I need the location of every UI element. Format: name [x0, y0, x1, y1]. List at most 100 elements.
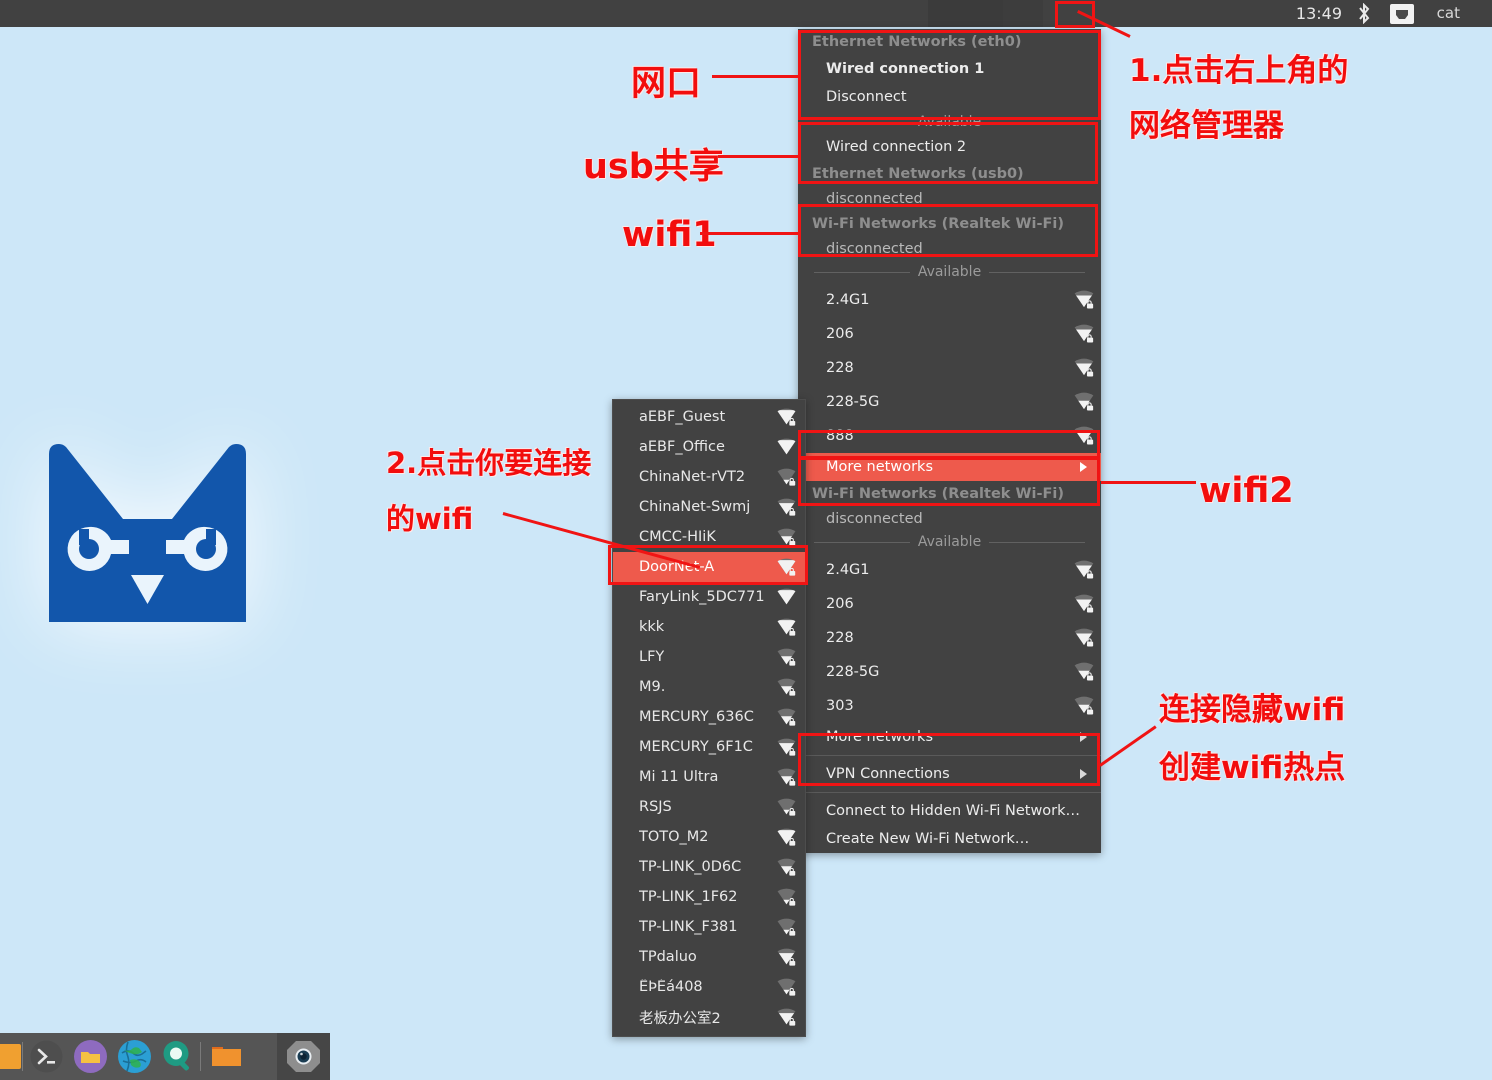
wifi-network-item-s2-0[interactable]: 2.4G1 [798, 553, 1101, 587]
wifi-signal-icon [776, 977, 797, 998]
wifi-signal-icon [776, 947, 797, 968]
wifi-ssid-label: 206 [826, 596, 854, 612]
submenu-wifi-item-17[interactable]: TP-LINK_F381 [613, 912, 805, 942]
menu-item-more-networks-2[interactable]: More networks [798, 723, 1101, 751]
section-header-wifi2: Wi-Fi Networks (Realtek Wi-Fi) [812, 486, 1064, 502]
separator-available-eth0: Available [798, 111, 1101, 133]
anno-leader-wifi1 [700, 232, 798, 235]
wifi-network-item-s2-2[interactable]: 228 [798, 621, 1101, 655]
network-wired-icon[interactable] [1388, 3, 1416, 25]
separator-available-wifi1: Available [798, 261, 1101, 283]
status-wifi2: disconnected [826, 511, 923, 527]
menu-item-create-new-wifi[interactable]: Create New Wi-Fi Network… [798, 825, 1101, 853]
submenu-wifi-item-12[interactable]: Mi 11 Ultra [613, 762, 805, 792]
wifi-network-item-s1-3[interactable]: 228-5G [798, 385, 1101, 419]
wifi-network-list-2[interactable]: 2.4G1 206 228 228-5G 303 [798, 553, 1101, 723]
network-manager-menu[interactable]: Ethernet Networks (eth0) Wired connectio… [798, 29, 1101, 853]
wifi-signal-icon [776, 677, 797, 698]
terminal-icon[interactable] [30, 1040, 63, 1073]
wifi-signal-icon [1073, 425, 1095, 447]
submenu-wifi-item-20[interactable]: 老板办公室2 [613, 1002, 805, 1032]
submenu-wifi-item-9[interactable]: M9. [613, 672, 805, 702]
wifi-signal-icon [1073, 593, 1095, 615]
wifi-signal-icon [1073, 289, 1095, 311]
available-label: Available [917, 264, 982, 280]
submenu-wifi-item-6[interactable]: FaryLink_5DC771 [613, 582, 805, 612]
wifi-network-item-s1-0[interactable]: 2.4G1 [798, 283, 1101, 317]
wifi-network-item-s1-1[interactable]: 206 [798, 317, 1101, 351]
wifi-signal-icon [1073, 559, 1095, 581]
divider [798, 755, 1101, 756]
submenu-wifi-item-18[interactable]: TPdaluo [613, 942, 805, 972]
wifi-ssid-label: TP-LINK_F381 [639, 919, 738, 935]
anno-label-usb-share: usb共享 [583, 147, 724, 187]
taskbar-divider [22, 1042, 23, 1071]
status-wifi1: disconnected [826, 241, 923, 257]
submenu-wifi-item-15[interactable]: TP-LINK_0D6C [613, 852, 805, 882]
submenu-wifi-item-4[interactable]: CMCC-HIiK [613, 522, 805, 552]
web-browser-globe-icon[interactable] [118, 1040, 151, 1073]
wifi-ssid-label: ChinaNet-Swmj [639, 499, 751, 515]
wifi-ssid-label: TP-LINK_1F62 [639, 889, 738, 905]
wifi-signal-icon [776, 467, 797, 488]
wifi-signal-icon [776, 497, 797, 518]
submenu-wifi-item-11[interactable]: MERCURY_6F1C [613, 732, 805, 762]
wifi-ssid-label: 2.4G1 [826, 292, 870, 308]
wifi-ssid-label: aEBF_Guest [639, 409, 726, 425]
submenu-wifi-item-19[interactable]: ËÞÉá408 [613, 972, 805, 1002]
bluetooth-icon[interactable] [1354, 3, 1374, 24]
submenu-wifi-item-7[interactable]: kkk [613, 612, 805, 642]
submenu-wifi-item-3[interactable]: ChinaNet-Swmj [613, 492, 805, 522]
menu-item-vpn-connections[interactable]: VPN Connections [798, 760, 1101, 788]
menu-item-wired-connection-1[interactable]: Wired connection 1 [798, 55, 1101, 83]
vpn-label: VPN Connections [826, 766, 950, 782]
submenu-wifi-item-1[interactable]: aEBF_Office [613, 432, 805, 462]
wifi-signal-icon [776, 587, 797, 608]
wifi-network-item-s1-2[interactable]: 228 [798, 351, 1101, 385]
anno-label-hidden-wifi: 连接隐藏wifi [1159, 692, 1346, 728]
wifi-ssid-label: 228 [826, 630, 854, 646]
wifi-ssid-label: 206 [826, 326, 854, 342]
wifi-network-item-s2-1[interactable]: 206 [798, 587, 1101, 621]
anno-leader-wifi2 [1101, 481, 1196, 484]
submenu-wifi-item-13[interactable]: RSJS [613, 792, 805, 822]
wifi-ssid-label: 303 [826, 698, 854, 714]
submenu-wifi-item-2[interactable]: ChinaNet-rVT2 [613, 462, 805, 492]
wifi-signal-icon [776, 767, 797, 788]
file-manager-purple-icon[interactable] [74, 1040, 107, 1073]
menu-item-disconnect[interactable]: Disconnect [798, 83, 1101, 111]
wifi-network-item-s2-3[interactable]: 228-5G [798, 655, 1101, 689]
menu-item-more-networks-1[interactable]: More networks [798, 453, 1101, 481]
menu-item-wired-connection-2[interactable]: Wired connection 2 [798, 133, 1101, 161]
submenu-wifi-item-10[interactable]: MERCURY_636C [613, 702, 805, 732]
anno-label-step2b: 的wifi [386, 502, 474, 536]
wifi-signal-icon [776, 827, 797, 848]
submenu-wifi-item-14[interactable]: TOTO_M2 [613, 822, 805, 852]
submenu-wifi-item-5[interactable]: DoorNet-A [613, 552, 805, 582]
wifi-network-item-s2-4[interactable]: 303 [798, 689, 1101, 723]
wifi-network-item-s1-4[interactable]: 888 [798, 419, 1101, 453]
more-networks-submenu[interactable]: aEBF_Guest aEBF_Office ChinaNet-rVT2 ChinaN… [612, 399, 806, 1037]
taskbar[interactable] [0, 1033, 330, 1080]
wifi-network-list-1[interactable]: 2.4G1 206 228 228-5G 888 [798, 283, 1101, 453]
wifi-ssid-label: ChinaNet-rVT2 [639, 469, 746, 485]
submenu-wifi-item-8[interactable]: LFY [613, 642, 805, 672]
wifi-signal-icon [776, 407, 797, 428]
wifi-signal-icon [1073, 391, 1095, 413]
menu-item-connect-hidden-wifi[interactable]: Connect to Hidden Wi-Fi Network… [798, 797, 1101, 825]
anno-label-create-hotspot: 创建wifi热点 [1159, 750, 1346, 786]
wifi-signal-icon [776, 617, 797, 638]
section-header-eth0: Ethernet Networks (eth0) [812, 34, 1022, 50]
search-magnifier-icon[interactable] [162, 1040, 195, 1073]
wifi-ssid-label: 228 [826, 360, 854, 376]
anno-label-step1b: 网络管理器 [1129, 108, 1284, 144]
wifi-signal-icon [776, 647, 797, 668]
top-panel: 13:49 cat [0, 0, 1492, 27]
wifi-signal-icon [1073, 695, 1095, 717]
folder-orange-icon[interactable] [210, 1040, 243, 1073]
camera-shutter-icon[interactable] [287, 1040, 320, 1073]
anno-leader-usb-share [718, 155, 798, 158]
status-usb0: disconnected [826, 191, 923, 207]
submenu-wifi-item-0[interactable]: aEBF_Guest [613, 402, 805, 432]
submenu-wifi-item-16[interactable]: TP-LINK_1F62 [613, 882, 805, 912]
